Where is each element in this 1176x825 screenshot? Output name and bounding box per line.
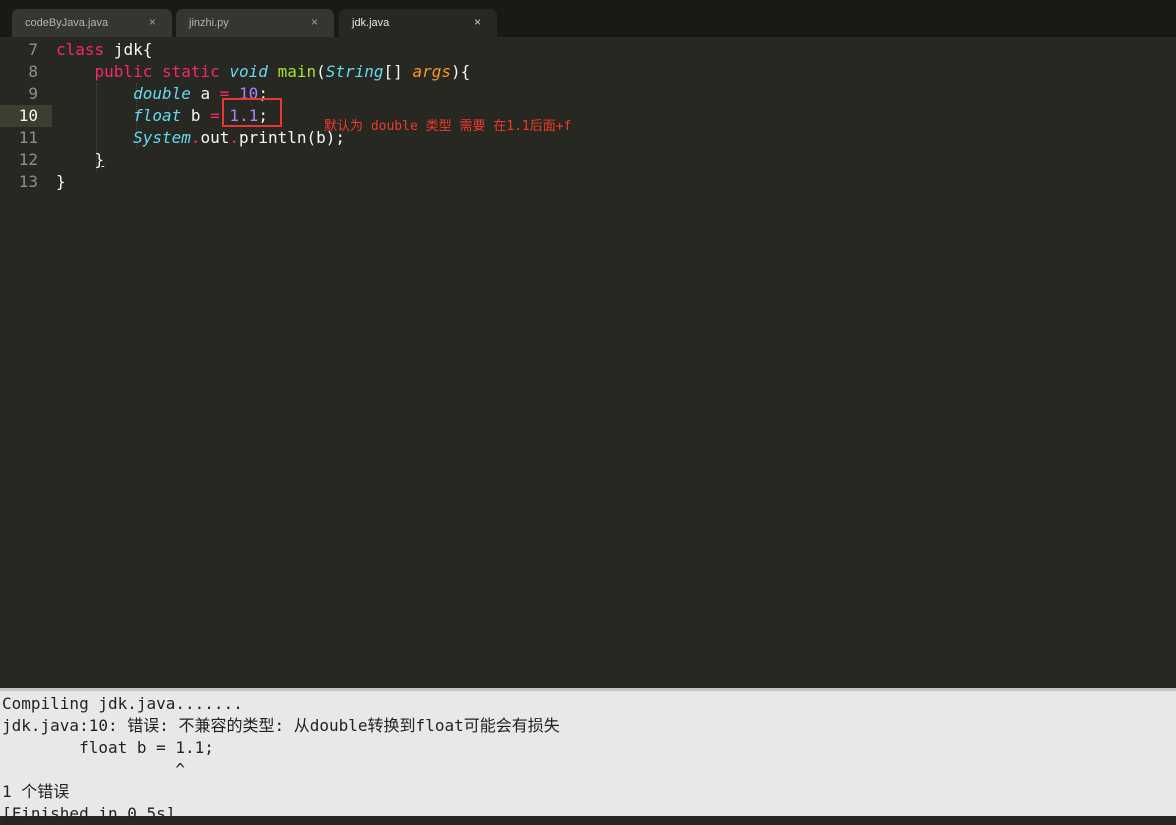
- close-icon[interactable]: ×: [474, 15, 481, 29]
- tab-codebyjava[interactable]: codeByJava.java ×: [12, 9, 172, 37]
- code-line-8: public static void main(String[] args){: [56, 61, 471, 83]
- code-line-11: System.out.println(b);: [56, 127, 345, 149]
- field: out: [200, 128, 230, 147]
- class-name: jdk{: [104, 40, 153, 59]
- line-number-current: 10: [18, 106, 38, 125]
- type: double: [133, 84, 191, 103]
- tab-jinzhi[interactable]: jinzhi.py ×: [176, 9, 334, 37]
- code-line-7: class jdk{: [56, 39, 152, 61]
- line-number: 7: [28, 40, 38, 59]
- line-number: 9: [28, 84, 38, 103]
- identifier: a: [190, 84, 220, 103]
- identifier: b: [181, 106, 211, 125]
- line-number: 8: [28, 62, 38, 81]
- annotation-text: 默认为 double 类型 需要 在1.1后面+f: [324, 119, 572, 134]
- tab-bar: codeByJava.java × jinzhi.py × jdk.java ×: [0, 0, 1176, 37]
- close-icon[interactable]: ×: [311, 15, 318, 29]
- dot: .: [229, 128, 240, 147]
- type: String: [325, 62, 384, 81]
- tab-label: codeByJava.java: [25, 17, 109, 29]
- code-line-12: }: [56, 149, 105, 171]
- type: void: [229, 62, 268, 81]
- line-number: 12: [18, 150, 38, 169]
- code-editor[interactable]: 7 8 9 10 11 12 13 class jdk{ public stat…: [0, 37, 1176, 688]
- argument: args: [412, 62, 451, 81]
- closing-brace: }: [94, 150, 105, 169]
- tab-jdk[interactable]: jdk.java ×: [339, 9, 497, 37]
- output-line: 1 个错误: [2, 782, 70, 801]
- tab-label: jinzhi.py: [189, 17, 229, 29]
- output-line: Compiling jdk.java.......: [2, 694, 243, 713]
- type: float: [133, 106, 182, 125]
- tab-label: jdk.java: [352, 17, 390, 29]
- closing-brace: }: [56, 172, 66, 191]
- keyword: public: [94, 62, 153, 81]
- output-line: float b = 1.1;: [2, 738, 214, 757]
- output-line: jdk.java:10: 错误: 不兼容的类型: 从double转换到float…: [2, 716, 560, 735]
- paren: (: [316, 62, 326, 81]
- brackets: []: [383, 62, 413, 81]
- dot: .: [190, 128, 201, 147]
- highlight-box: [222, 98, 282, 127]
- keyword: static: [161, 62, 220, 81]
- paren-brace: ){: [450, 62, 471, 81]
- keyword: class: [56, 40, 105, 59]
- type: System: [133, 128, 191, 147]
- line-number: 11: [18, 128, 38, 147]
- operator: =: [210, 106, 220, 125]
- code-line-13: }: [56, 171, 66, 193]
- build-output-panel[interactable]: Compiling jdk.java....... jdk.java:10: 错…: [0, 688, 1176, 823]
- line-number: 13: [18, 172, 38, 191]
- output-line: ^: [2, 760, 186, 779]
- function-name: main: [277, 62, 317, 81]
- close-icon[interactable]: ×: [149, 15, 156, 29]
- output-line: [Finished in 0.5s]: [2, 804, 176, 823]
